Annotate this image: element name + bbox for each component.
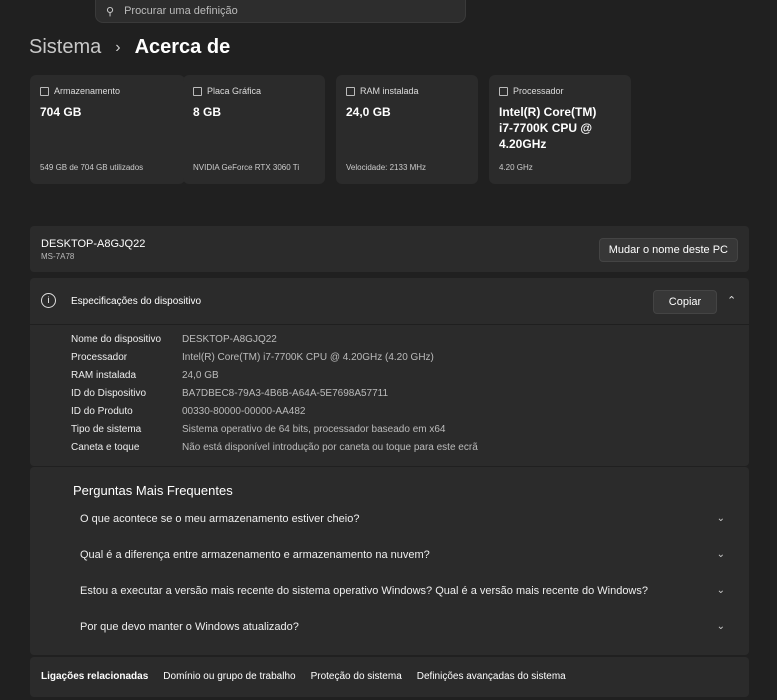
chevron-down-icon: ⌄: [716, 621, 725, 632]
chevron-down-icon: ⌄: [716, 513, 725, 524]
faq-item[interactable]: Estou a executar a versão mais recente d…: [80, 585, 725, 597]
spec-key: Nome do dispositivo: [71, 334, 162, 345]
related-title: Ligações relacionadas: [41, 671, 149, 682]
spec-value: Intel(R) Core(TM) i7-7700K CPU @ 4.20GHz…: [182, 352, 434, 363]
spec-key: Processador: [71, 352, 128, 363]
card-label: Armazenamento: [54, 86, 121, 96]
copy-button[interactable]: Copiar: [653, 290, 717, 314]
device-model: MS-7A78: [41, 252, 75, 261]
chevron-right-icon: ›: [115, 38, 121, 56]
processor-icon: [499, 86, 508, 96]
storage-card[interactable]: Armazenamento 704 GB 549 GB de 704 GB ut…: [30, 75, 185, 184]
specs-title: Especificações do dispositivo: [71, 296, 202, 307]
device-row: DESKTOP-A8GJQ22 MS-7A78 Mudar o nome des…: [30, 226, 749, 272]
faq-item[interactable]: O que acontece se o meu armazenamento es…: [80, 513, 725, 525]
link-advanced-settings[interactable]: Definições avançadas do sistema: [417, 671, 566, 682]
spec-value: Sistema operativo de 64 bits, processado…: [182, 424, 446, 435]
faq-title: Perguntas Mais Frequentes: [73, 483, 233, 498]
card-value: 704 GB: [40, 105, 82, 119]
info-icon: i: [41, 293, 56, 308]
page-title: Acerca de: [134, 36, 231, 58]
card-sub: Velocidade: 2133 MHz: [346, 163, 427, 172]
spec-value: DESKTOP-A8GJQ22: [182, 334, 277, 345]
breadcrumb-sistema[interactable]: Sistema: [29, 36, 101, 59]
faq-item[interactable]: Por que devo manter o Windows atualizado…: [80, 621, 725, 633]
ram-icon: [346, 86, 355, 96]
chevron-up-icon[interactable]: ⌃: [727, 294, 736, 307]
spec-key: ID do Produto: [71, 406, 133, 417]
card-sub: 4.20 GHz: [499, 163, 533, 172]
card-label: RAM instalada: [360, 86, 419, 96]
link-domain-workgroup[interactable]: Domínio ou grupo de trabalho: [163, 671, 295, 682]
rename-pc-button[interactable]: Mudar o nome deste PC: [598, 238, 738, 262]
spec-key: ID do Dispositivo: [71, 388, 147, 399]
link-system-protection[interactable]: Proteção do sistema: [311, 671, 402, 682]
faq-question: Qual é a diferença entre armazenamento e…: [80, 549, 430, 561]
breadcrumb: Sistema › Acerca de: [29, 36, 230, 59]
gpu-icon: [193, 86, 202, 96]
ram-card[interactable]: RAM instalada 24,0 GB Velocidade: 2133 M…: [336, 75, 478, 184]
spec-value: 24,0 GB: [182, 370, 219, 381]
card-label: Processador: [513, 86, 564, 96]
spec-value: Não está disponível introdução por canet…: [182, 442, 478, 453]
processor-card[interactable]: Processador Intel(R) Core(TM) i7-7700K C…: [489, 75, 631, 184]
search-input[interactable]: [124, 5, 425, 17]
card-sub: 549 GB de 704 GB utilizados: [40, 163, 144, 172]
spec-value: BA7DBEC8-79A3-4B6B-A64A-5E7698A57711: [182, 388, 389, 399]
spec-key: Caneta e toque: [71, 442, 140, 453]
faq-question: O que acontece se o meu armazenamento es…: [80, 513, 360, 525]
card-sub: NVIDIA GeForce RTX 3060 Ti: [193, 163, 300, 172]
spec-key: RAM instalada: [71, 370, 137, 381]
specs-header[interactable]: i Especificações do dispositivo Copiar ⌃: [30, 278, 749, 325]
card-value: 24,0 GB: [346, 105, 391, 119]
card-value: Intel(R) Core(TM) i7-7700K CPU @ 4.20GHz: [499, 105, 597, 151]
faq-item[interactable]: Qual é a diferença entre armazenamento e…: [80, 549, 725, 561]
chevron-down-icon: ⌄: [716, 549, 725, 560]
faq-question: Por que devo manter o Windows atualizado…: [80, 621, 299, 633]
device-name: DESKTOP-A8GJQ22: [41, 238, 146, 250]
card-value: 8 GB: [193, 105, 222, 119]
spec-value: 00330-80000-00000-AA482: [182, 406, 306, 417]
storage-icon: [40, 86, 49, 96]
spec-key: Tipo de sistema: [71, 424, 142, 435]
chevron-down-icon: ⌄: [716, 585, 725, 596]
card-label: Placa Gráfica: [207, 86, 262, 96]
search-icon: ⚲: [106, 5, 115, 18]
gpu-card[interactable]: Placa Gráfica 8 GB NVIDIA GeForce RTX 30…: [183, 75, 325, 184]
related-links: Ligações relacionadas Domínio ou grupo d…: [41, 671, 566, 682]
search-box[interactable]: ⚲: [95, 0, 466, 23]
faq-question: Estou a executar a versão mais recente d…: [80, 585, 648, 597]
